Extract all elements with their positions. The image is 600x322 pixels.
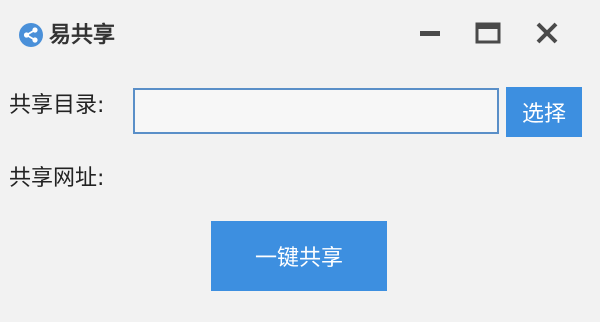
app-window: 易共享 共享目录: 选择 共享网址: 一键共享 [0, 0, 600, 322]
close-icon [535, 21, 559, 49]
close-button[interactable] [529, 18, 565, 52]
window-title: 易共享 [49, 23, 116, 48]
maximize-button[interactable] [470, 18, 506, 52]
share-url-label: 共享网址: [9, 166, 105, 191]
maximize-icon [475, 21, 501, 49]
minimize-button[interactable] [412, 18, 448, 52]
select-directory-button[interactable]: 选择 [506, 87, 582, 137]
title-bar[interactable]: 易共享 [0, 0, 600, 70]
share-directory-input[interactable] [133, 88, 499, 134]
share-directory-label: 共享目录: [9, 93, 105, 118]
one-click-share-button[interactable]: 一键共享 [211, 221, 387, 291]
minimize-icon [418, 21, 442, 49]
share-icon [18, 22, 44, 48]
